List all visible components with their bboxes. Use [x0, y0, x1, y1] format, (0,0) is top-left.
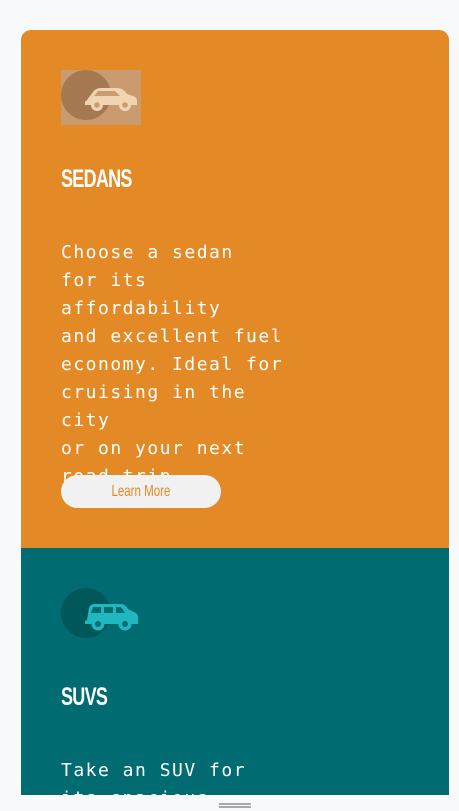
- suv-card: SUVS Take an SUV for its spacious: [21, 548, 449, 811]
- sedan-title: SEDANS: [61, 165, 132, 193]
- suv-title: SUVS: [61, 683, 108, 711]
- sedan-description: Choose a sedan for its affordability and…: [61, 242, 284, 487]
- learn-more-label: Learn More: [111, 482, 171, 500]
- sedan-card: SEDANS Choose a sedan for its affordabil…: [21, 30, 449, 548]
- sedan-car-icon: [61, 70, 141, 125]
- suv-car-icon: [61, 588, 141, 643]
- drag-handle-icon[interactable]: [219, 803, 251, 808]
- vehicle-cards: SEDANS Choose a sedan for its affordabil…: [21, 30, 449, 811]
- learn-more-button[interactable]: Learn More: [61, 475, 221, 508]
